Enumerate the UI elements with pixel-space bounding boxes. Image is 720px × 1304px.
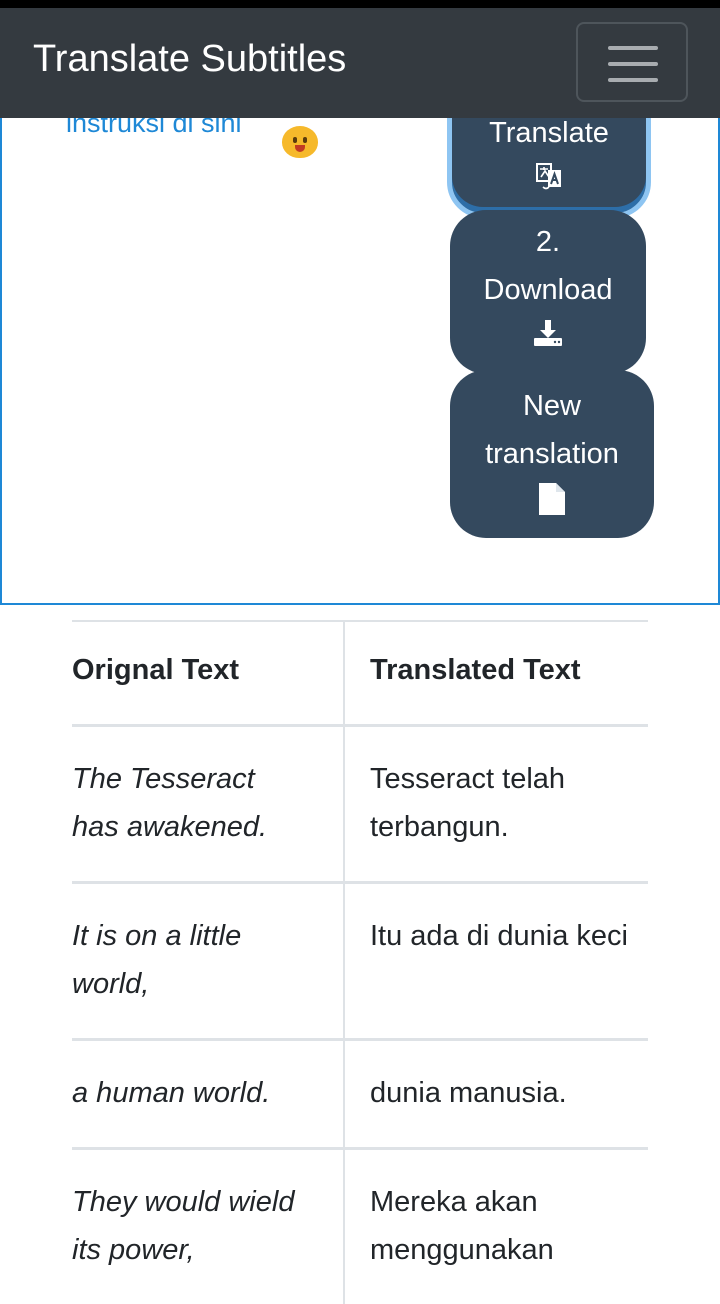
original-cell: They would wield its power, — [72, 1149, 344, 1304]
translate-icon — [535, 161, 563, 191]
header-translated-text: Translated Text — [344, 621, 648, 726]
original-cell: a human world. — [72, 1040, 344, 1149]
download-step-number: 2. — [450, 218, 646, 266]
file-icon — [538, 482, 566, 516]
new-translation-label-line1: New — [450, 382, 654, 430]
navbar-toggler-button[interactable] — [576, 22, 688, 102]
smiley-emoji-icon — [282, 126, 318, 158]
new-translation-button[interactable]: New translation — [450, 370, 654, 538]
status-bar-strip — [0, 0, 720, 8]
top-navbar: Translate Subtitles — [0, 8, 720, 118]
app-title[interactable]: Translate Subtitles — [33, 38, 346, 81]
new-translation-label-line2: translation — [450, 430, 654, 478]
download-button[interactable]: 2. Download — [450, 210, 646, 374]
header-original-text: Orignal Text — [72, 621, 344, 726]
original-cell: It is on a little world, — [72, 883, 344, 1040]
table-header-row: Orignal Text Translated Text — [72, 621, 648, 726]
table-row: It is on a little world, Itu ada di duni… — [72, 883, 648, 1040]
table-row: The Tesseract has awakened. Tesseract te… — [72, 726, 648, 883]
translated-cell: dunia manusia. — [344, 1040, 648, 1149]
subtitles-table: Orignal Text Translated Text The Tessera… — [72, 620, 648, 1304]
original-cell: The Tesseract has awakened. — [72, 726, 344, 883]
table-row: a human world. dunia manusia. — [72, 1040, 648, 1149]
hamburger-menu-icon — [608, 46, 658, 50]
translated-cell: Tesseract telah terbangun. — [344, 726, 648, 883]
translated-cell: Mereka akan menggunakan — [344, 1149, 648, 1304]
download-icon — [532, 318, 564, 348]
table-row: They would wield its power, Mereka akan … — [72, 1149, 648, 1304]
translated-cell: Itu ada di dunia keci — [344, 883, 648, 1040]
download-button-label: Download — [450, 266, 646, 314]
